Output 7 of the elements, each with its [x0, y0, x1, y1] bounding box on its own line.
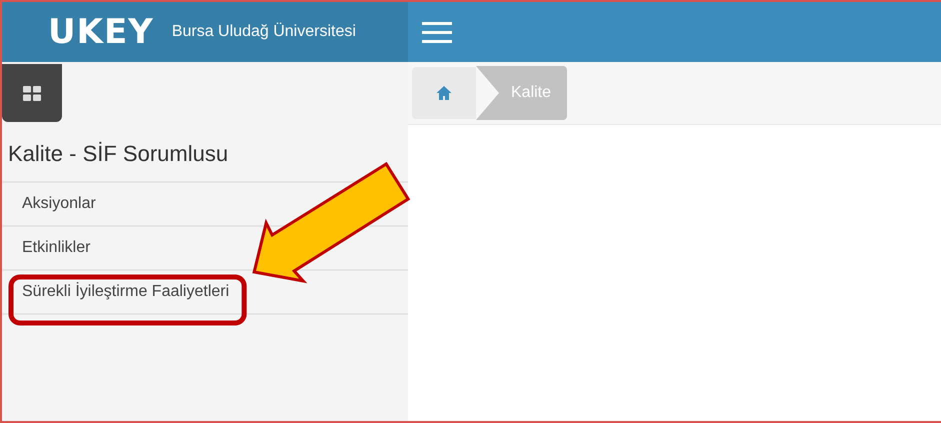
home-icon	[436, 85, 452, 101]
home-button[interactable]	[412, 67, 476, 119]
grid-icon	[23, 86, 41, 100]
grid-button[interactable]	[2, 64, 62, 122]
university-name: Bursa Uludağ Üniversitesi	[172, 23, 356, 41]
logo: UKEY	[48, 12, 154, 52]
menu-icon[interactable]	[422, 21, 452, 43]
